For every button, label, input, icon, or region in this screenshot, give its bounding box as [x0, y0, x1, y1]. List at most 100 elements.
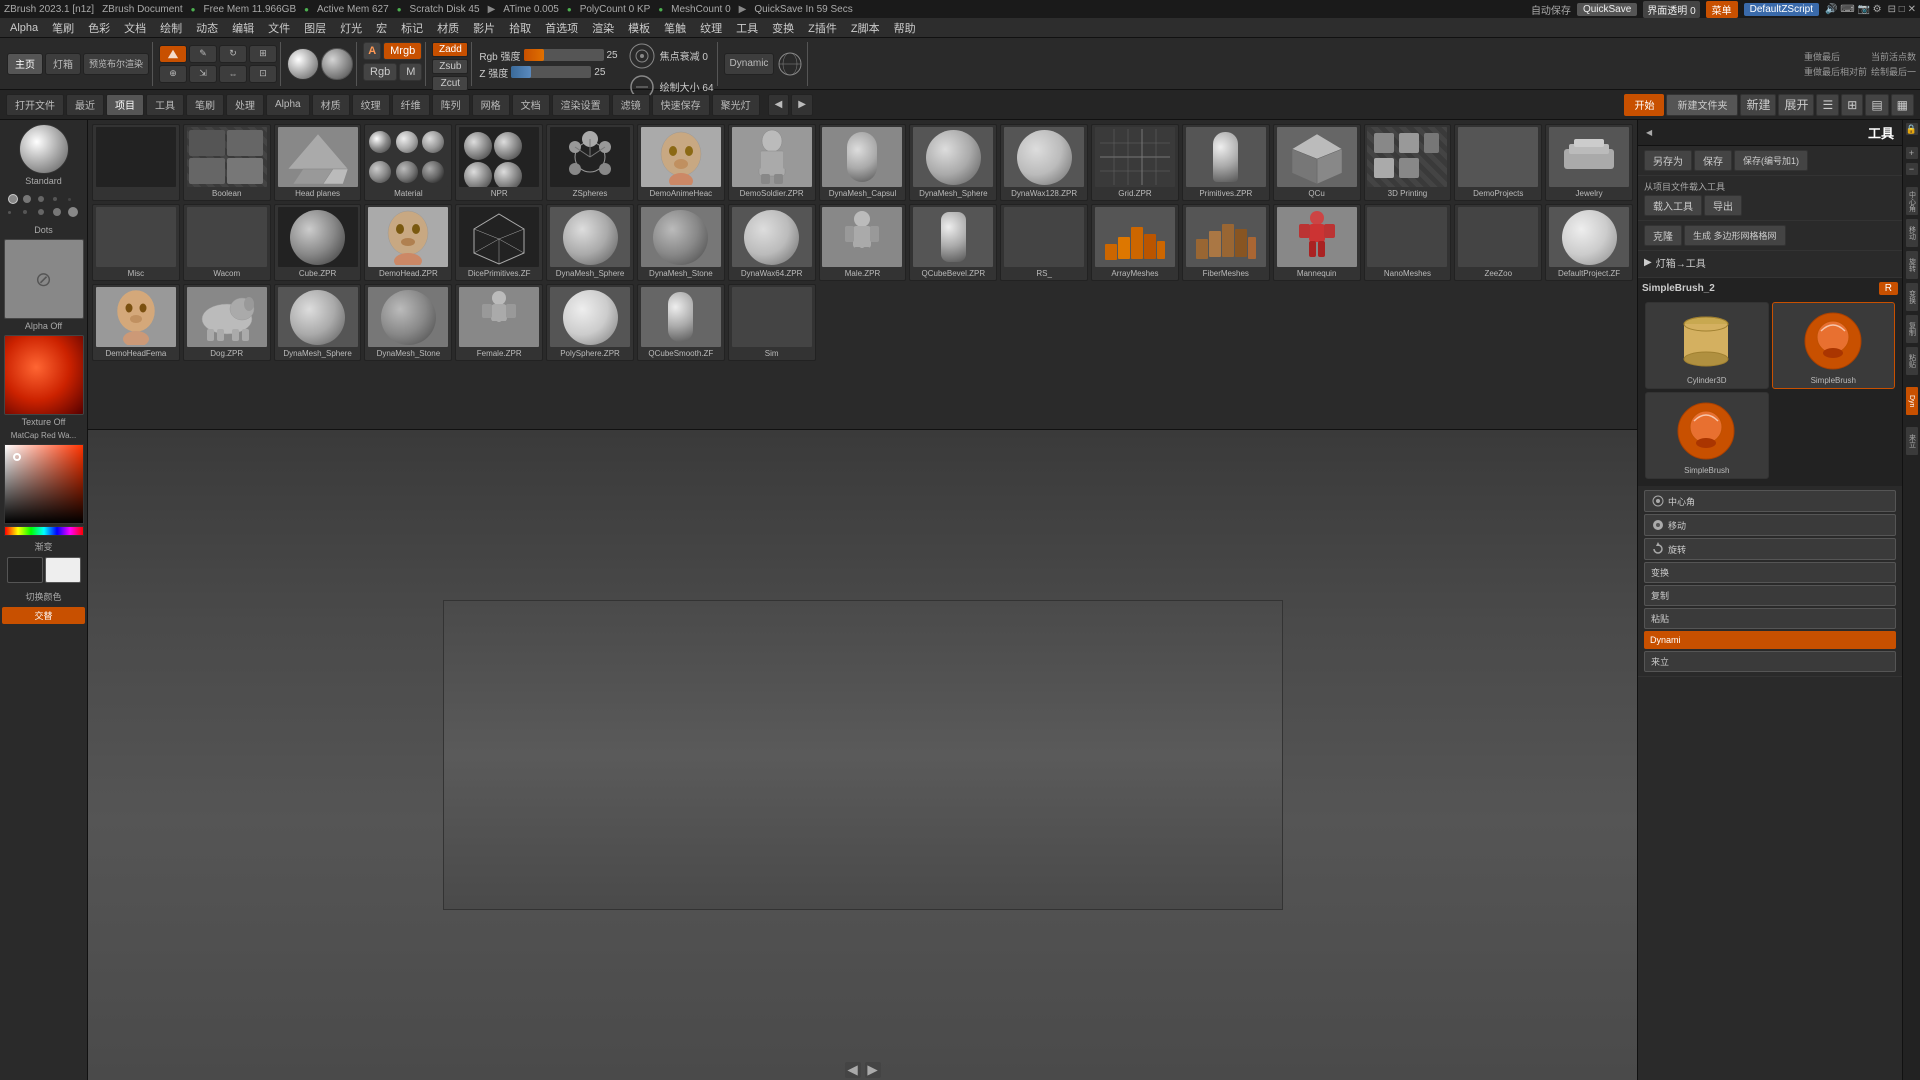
project-item-default[interactable]: DefaultProject.ZF: [1545, 204, 1633, 281]
quicksave-button[interactable]: QuickSave: [1577, 3, 1637, 16]
view-detail-btn[interactable]: ▤: [1865, 94, 1888, 116]
brush-half-sphere[interactable]: [321, 48, 353, 80]
clone-btn[interactable]: 克隆: [1644, 225, 1682, 246]
menu-alpha[interactable]: Alpha: [4, 20, 44, 36]
fr-move-btn[interactable]: 移动: [1905, 218, 1919, 248]
menu-transform[interactable]: 变换: [766, 18, 800, 38]
start-btn[interactable]: 开始: [1624, 94, 1664, 116]
project-item-npr[interactable]: NPR: [455, 124, 543, 201]
import-btn[interactable]: 载入工具: [1644, 195, 1702, 216]
tab-tool[interactable]: 工具: [146, 94, 184, 116]
tab-preview-bool[interactable]: 预览布尔渲染: [83, 53, 149, 75]
menu-brush[interactable]: 笔刷: [46, 18, 80, 38]
tab-process[interactable]: 处理: [226, 94, 264, 116]
r-label[interactable]: R: [1879, 282, 1898, 295]
transform-btn[interactable]: 变换: [1644, 562, 1896, 583]
project-item-dog[interactable]: Dog.ZPR: [183, 284, 271, 361]
dynamic-btn[interactable]: Dynamic: [724, 53, 775, 75]
menu-layer[interactable]: 图层: [298, 18, 332, 38]
save-as-btn[interactable]: 另存为: [1644, 150, 1692, 171]
project-item-fibermeshes[interactable]: FiberMeshes: [1182, 204, 1270, 281]
menu-edit[interactable]: 编辑: [226, 18, 260, 38]
project-item-demoheadfema[interactable]: DemoHeadFema: [92, 284, 180, 361]
project-item-primitives[interactable]: Primitives.ZPR: [1182, 124, 1270, 201]
save-btn[interactable]: 保存: [1694, 150, 1732, 171]
menu-document[interactable]: 文档: [118, 18, 152, 38]
brush-item-simple2[interactable]: SimpleBrush: [1645, 392, 1769, 479]
view-grid-btn[interactable]: ⊞: [1841, 94, 1863, 116]
menu-light[interactable]: 灯光: [334, 18, 368, 38]
canvas-left-arrow[interactable]: ◀: [845, 1062, 861, 1078]
tab-fiber[interactable]: 纤维: [392, 94, 430, 116]
project-item-dynastone2[interactable]: DynaMesh_Sphere: [546, 204, 634, 281]
project-item-qcubesmooth[interactable]: QCubeSmooth.ZF: [637, 284, 725, 361]
fr-dynamic-btn[interactable]: Dyn: [1905, 386, 1919, 416]
interface-transparency-button[interactable]: 界面透明 0: [1643, 1, 1699, 18]
project-item-female[interactable]: Female.ZPR: [455, 284, 543, 361]
canvas-area[interactable]: ◀ ▶: [88, 430, 1637, 1080]
tab-recent[interactable]: 最近: [66, 94, 104, 116]
fr-lock-icon[interactable]: 🔒: [1905, 122, 1919, 136]
menu-render[interactable]: 渲染: [586, 18, 620, 38]
project-item-cube[interactable]: Cube.ZPR: [274, 204, 362, 281]
panel-collapse-arrow[interactable]: ◀: [1646, 128, 1652, 137]
project-item-jewelry[interactable]: Jewelry: [1545, 124, 1633, 201]
project-item-material[interactable]: Material: [364, 124, 452, 201]
menu-movie[interactable]: 影片: [467, 18, 501, 38]
project-item-demoprojects[interactable]: DemoProjects: [1454, 124, 1542, 201]
alpha-preview[interactable]: ⊘: [4, 239, 84, 319]
export-btn[interactable]: 导出: [1704, 195, 1742, 216]
tab-mesh[interactable]: 网格: [472, 94, 510, 116]
menu-tool[interactable]: 工具: [730, 18, 764, 38]
draw-mode-btn[interactable]: [159, 45, 187, 63]
fr-transform-btn[interactable]: 变换: [1905, 282, 1919, 312]
project-item-dynastone3[interactable]: DynaMesh_Stone: [364, 284, 452, 361]
project-item-misc[interactable]: Misc: [92, 204, 180, 281]
project-item-demosoldier[interactable]: DemoSoldier.ZPR: [728, 124, 816, 201]
project-item-mannequin[interactable]: Mannequin: [1273, 204, 1361, 281]
rotate-tool-btn[interactable]: 旋转: [1644, 538, 1896, 560]
default-script-button[interactable]: DefaultZScript: [1744, 3, 1819, 16]
view-list-btn[interactable]: ☰: [1816, 94, 1839, 116]
brush-item-simple1[interactable]: SimpleBrush: [1772, 302, 1896, 389]
project-item-dynamesh-sphere1[interactable]: DynaMesh_Sphere: [909, 124, 997, 201]
fr-stand-btn[interactable]: 来立: [1905, 426, 1919, 456]
new-btn[interactable]: 新建: [1740, 94, 1776, 116]
tab-texture[interactable]: 纹理: [352, 94, 390, 116]
brush-sphere[interactable]: [287, 48, 319, 80]
black-swatch[interactable]: [7, 557, 43, 583]
new-folder-btn[interactable]: 新建文件夹: [1666, 94, 1738, 116]
project-item-head-planes[interactable]: Head planes: [274, 124, 362, 201]
canvas-right-arrow[interactable]: ▶: [865, 1062, 881, 1078]
menu-draw[interactable]: 绘制: [154, 18, 188, 38]
move-btn[interactable]: ⊕: [159, 65, 187, 83]
menu-zplugin[interactable]: Z插件: [802, 18, 843, 38]
texture-preview[interactable]: [4, 335, 84, 415]
sym-btn[interactable]: ⇔: [219, 65, 247, 83]
project-item-zspheres[interactable]: ZSpheres: [546, 124, 634, 201]
project-item-dynamesh-sphere3[interactable]: DynaMesh_Sphere: [274, 284, 362, 361]
menu-pick[interactable]: 拾取: [503, 18, 537, 38]
gen-mesh-btn[interactable]: 生成 多边形网格格网: [1684, 225, 1786, 246]
project-item-boolean[interactable]: Boolean: [183, 124, 271, 201]
scale-btn[interactable]: ⇲: [189, 65, 217, 83]
nav-prev-btn[interactable]: ◀: [768, 94, 790, 116]
project-item-arraymeshes[interactable]: ArrayMeshes: [1091, 204, 1179, 281]
rotate-btn[interactable]: ↻: [219, 45, 247, 63]
tab-home[interactable]: 主页: [7, 53, 43, 75]
fr-rotate-btn[interactable]: 旋转: [1905, 250, 1919, 280]
tab-quicksave[interactable]: 快速保存: [652, 94, 710, 116]
menu-zscript[interactable]: Z脚本: [845, 18, 886, 38]
menu-template[interactable]: 模板: [622, 18, 656, 38]
nav-next-btn[interactable]: ▶: [791, 94, 813, 116]
tab-project[interactable]: 项目: [106, 94, 144, 116]
window-controls[interactable]: ⊟ □ ✕: [1888, 4, 1916, 15]
menu-marker[interactable]: 标记: [395, 18, 429, 38]
fr-minus-icon[interactable]: −: [1905, 162, 1919, 176]
tab-spotlight[interactable]: 聚光灯: [712, 94, 760, 116]
project-item-demohead[interactable]: DemoHead.ZPR: [364, 204, 452, 281]
menu-help[interactable]: 帮助: [888, 18, 922, 38]
fr-copy-btn[interactable]: 复制: [1905, 314, 1919, 344]
fr-center-btn[interactable]: 中心角: [1905, 186, 1919, 216]
frame-btn[interactable]: ⊡: [249, 65, 277, 83]
